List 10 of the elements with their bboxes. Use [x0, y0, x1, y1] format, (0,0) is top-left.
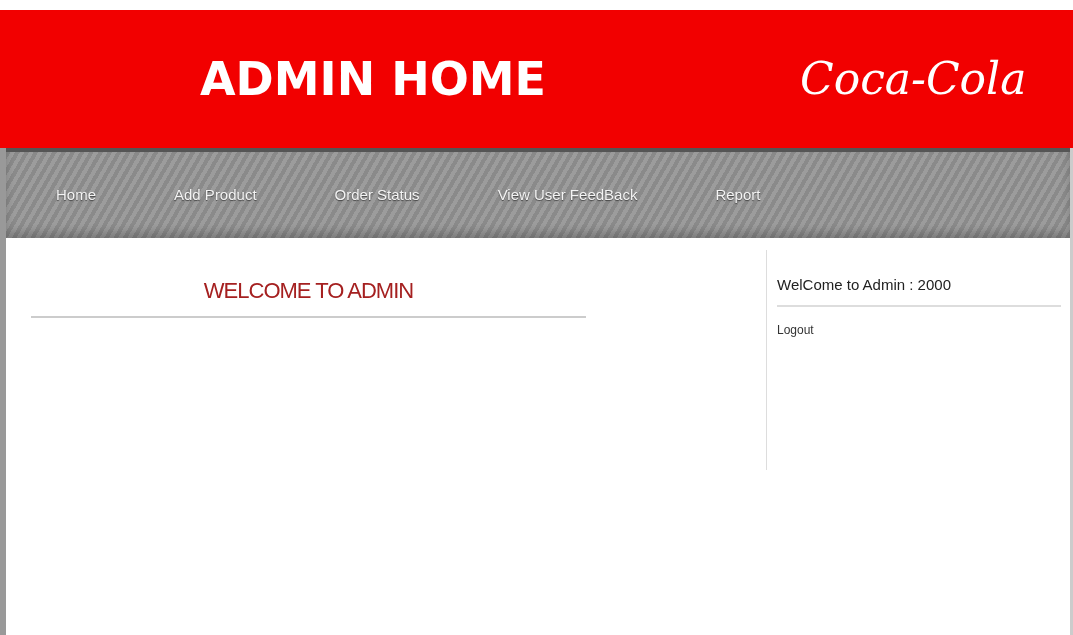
logo: Coca-Cola — [800, 52, 1027, 106]
nav-link[interactable]: Add Product — [174, 183, 257, 207]
welcome-heading: WELCOME TO ADMIN — [31, 278, 586, 319]
nav-link[interactable]: Order Status — [334, 183, 420, 207]
greeting-text: WelCome to Admin : 2000 — [777, 274, 1061, 307]
logout-link[interactable]: Logout — [777, 322, 814, 337]
nav-link[interactable]: Report — [715, 183, 761, 207]
nav-link[interactable]: View User FeedBack — [497, 183, 638, 207]
nav-link[interactable]: Home — [56, 183, 96, 207]
page-title: ADMIN HOME — [200, 56, 547, 102]
